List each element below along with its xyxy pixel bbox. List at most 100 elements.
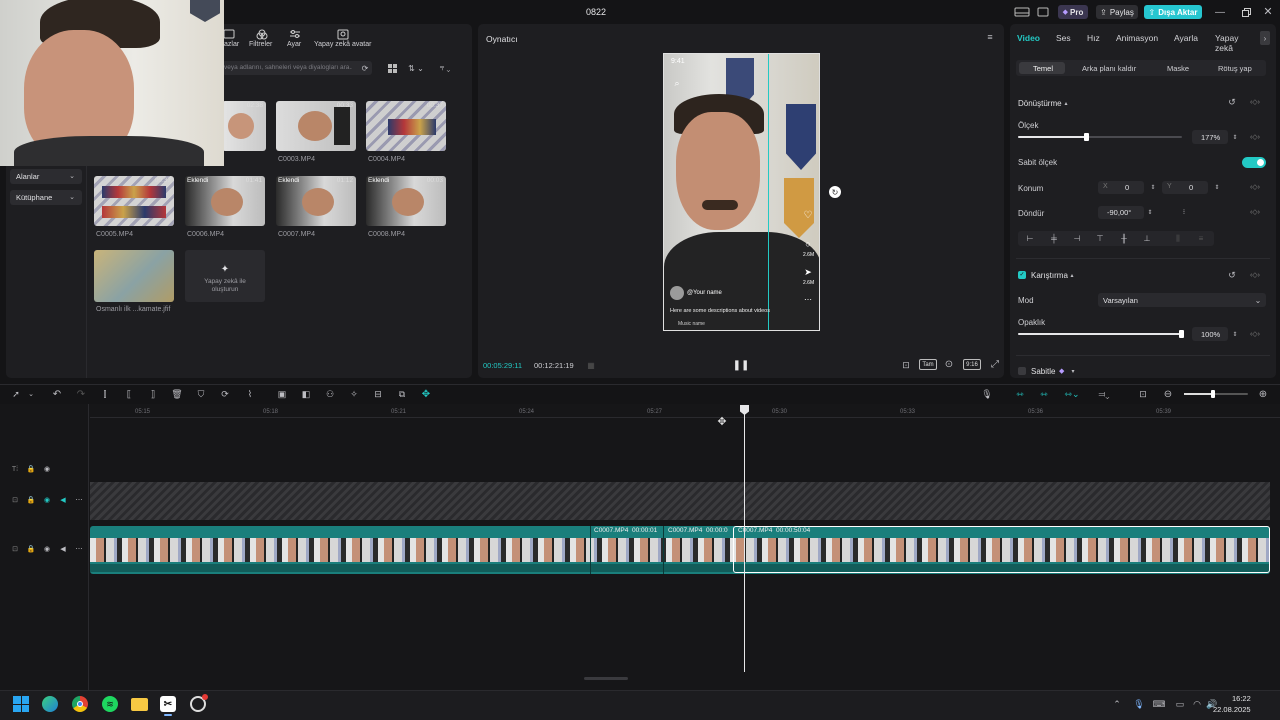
tab-animation[interactable]: Animasyon xyxy=(1116,33,1158,43)
toolbar-ai-avatar[interactable]: Yapay zekâ avatar xyxy=(314,41,371,48)
media-icon[interactable]: ▣ xyxy=(276,389,288,399)
adjust-icon[interactable] xyxy=(288,28,302,40)
link-main-icon[interactable]: ⇿ xyxy=(1012,389,1028,399)
restore-icon[interactable] xyxy=(1240,6,1252,18)
close-icon[interactable]: ✕ xyxy=(1262,5,1274,18)
wifi-icon[interactable]: ◠ xyxy=(1191,698,1203,710)
ratio-button[interactable]: 9:16 xyxy=(963,359,981,370)
split-left-icon[interactable]: ⟦ xyxy=(123,389,135,399)
media-item[interactable]: Eklendi 01:41 xyxy=(185,176,265,226)
lock-icon[interactable]: 🔒 xyxy=(27,545,36,553)
zoom-slider-thumb[interactable] xyxy=(1211,390,1215,398)
tray-chevron-up-icon[interactable]: ⌃ xyxy=(1112,698,1122,710)
shield-icon[interactable]: ⛉ xyxy=(195,389,207,399)
media-item[interactable]: 00:37 xyxy=(366,101,446,151)
selected-clip[interactable] xyxy=(733,526,1270,573)
speed-curve-icon[interactable]: ⌇ xyxy=(243,389,257,399)
more-icon[interactable]: ⋯ xyxy=(75,496,83,504)
tray-mic-icon[interactable]: 🎙 xyxy=(1133,698,1144,710)
stepper-icon[interactable]: ⇕ xyxy=(1231,328,1239,340)
caption-icon[interactable]: ⊟ xyxy=(372,389,384,399)
toolbar-adjust[interactable]: Ayar xyxy=(287,41,301,48)
subtab-retouch[interactable]: Rötuş yap xyxy=(1218,64,1252,73)
keyframe-icon[interactable]: ‹◇› xyxy=(1244,329,1266,339)
full-button[interactable]: Tam xyxy=(919,359,937,370)
keyframe-icon[interactable]: ‹◇› xyxy=(1244,270,1266,280)
media-item[interactable]: 00:37 xyxy=(94,176,174,226)
sort-icon[interactable]: ⇅ ⌄ xyxy=(405,62,427,74)
playhead[interactable] xyxy=(744,405,745,672)
select-tool-icon[interactable]: ➚ xyxy=(10,389,22,399)
clip-divider[interactable] xyxy=(590,526,591,574)
person-icon[interactable]: ⚇ xyxy=(324,389,336,399)
zoom-fit-icon[interactable]: ⊡ xyxy=(1136,389,1150,399)
mic-icon[interactable]: 🎙 xyxy=(981,389,993,399)
shortcut-icon[interactable] xyxy=(1036,6,1050,18)
layout-icon[interactable] xyxy=(1010,6,1034,18)
align-right-icon[interactable]: ⊣ xyxy=(1071,233,1083,244)
opacity-slider-thumb[interactable] xyxy=(1179,330,1184,338)
scale-slider-thumb[interactable] xyxy=(1083,133,1089,141)
delete-icon[interactable]: 🗑 xyxy=(171,389,183,399)
pro-badge[interactable]: ◆ Pro xyxy=(1058,5,1088,19)
tab-ai[interactable]: Yapay zekâ xyxy=(1215,33,1257,53)
zoom-in-icon[interactable]: ⊕ xyxy=(1257,389,1269,400)
scale-slider[interactable] xyxy=(1018,133,1182,141)
display-icon[interactable]: ▭ xyxy=(1173,698,1187,710)
split-right-icon[interactable]: ⟧ xyxy=(147,389,159,399)
keyframe-icon[interactable]: ‹◇› xyxy=(1244,182,1266,192)
keyframe-icon[interactable]: ‹◇› xyxy=(1244,132,1266,142)
ai-cut-icon[interactable]: ✥ xyxy=(420,389,432,400)
subtab-mask[interactable]: Maske xyxy=(1167,64,1189,73)
crop-icon[interactable]: ⊙ xyxy=(942,358,956,371)
align-bottom-icon[interactable]: ⊥ xyxy=(1141,233,1153,244)
media-item[interactable]: 02:38 xyxy=(222,101,266,151)
tab-speed[interactable]: Hız xyxy=(1087,33,1100,43)
refresh-icon[interactable]: ⟳ xyxy=(360,63,370,73)
media-item[interactable] xyxy=(94,250,174,302)
tab-audio[interactable]: Ses xyxy=(1056,33,1071,43)
uniform-scale-toggle[interactable] xyxy=(1242,157,1266,168)
filters-icon[interactable] xyxy=(255,28,269,40)
align-center-h-icon[interactable]: ╪ xyxy=(1048,233,1060,244)
file-explorer-icon[interactable] xyxy=(131,698,148,711)
reset-icon[interactable]: ↺ xyxy=(1227,97,1237,107)
zoom-out-icon[interactable]: ⊖ xyxy=(1162,389,1174,400)
grid-view-icon[interactable] xyxy=(386,62,398,74)
stepper-icon[interactable]: ⇕ xyxy=(1231,131,1239,143)
subtab-remove-bg[interactable]: Arka planı kaldır xyxy=(1082,64,1136,73)
filter-icon[interactable]: ⫧ ⌄ xyxy=(434,62,456,74)
audio-icon[interactable]: ◀ xyxy=(59,496,67,504)
media-item[interactable]: Eklendi 01:12 xyxy=(276,176,356,226)
link-track-icon[interactable]: ⇿ xyxy=(1036,389,1052,399)
mirror-icon[interactable]: ◧ xyxy=(300,389,312,399)
eye-icon[interactable]: ◉ xyxy=(43,545,51,553)
more-icon[interactable]: ⋯ xyxy=(75,545,83,553)
toolbar-filters[interactable]: Filtreler xyxy=(249,41,272,48)
stepper-icon[interactable]: ⇕ xyxy=(1149,182,1157,193)
tab-video[interactable]: Video xyxy=(1017,33,1040,43)
split-icon[interactable]: ⫿ xyxy=(99,389,111,399)
lock-icon[interactable]: 🔒 xyxy=(27,496,36,504)
timecode-grid-icon[interactable]: ▦ xyxy=(584,360,598,370)
chevron-right-icon[interactable]: › xyxy=(1260,31,1270,45)
undo-icon[interactable]: ↶ xyxy=(51,389,63,400)
tab-adjust[interactable]: Ayarla xyxy=(1174,33,1198,43)
lock-icon[interactable]: 🔒 xyxy=(27,465,36,473)
snap-icon[interactable]: ⇿⌄ xyxy=(1060,389,1084,399)
blend-checkbox[interactable]: ✓ xyxy=(1018,271,1026,279)
clock-date[interactable]: 22.08.2025 xyxy=(1213,705,1251,714)
keyframe-icon[interactable]: ‹◇› xyxy=(1244,97,1266,107)
capcut-icon[interactable]: ✂ xyxy=(160,696,176,712)
chevron-up-icon[interactable]: ▴ xyxy=(1062,99,1070,107)
spotify-icon[interactable]: ≋ xyxy=(102,696,118,712)
rotate-handle-icon[interactable]: ↻ xyxy=(829,186,841,198)
keyboard-icon[interactable]: ⌨ xyxy=(1152,698,1166,710)
avatar-icon[interactable] xyxy=(336,28,350,40)
timeline-scrollbar[interactable] xyxy=(584,677,628,680)
ai-create-card[interactable] xyxy=(185,250,265,302)
fullscreen-icon[interactable]: ⤢ xyxy=(988,358,1002,371)
eye-icon[interactable]: ◉ xyxy=(43,465,51,473)
edge-icon[interactable] xyxy=(42,696,58,712)
start-icon[interactable] xyxy=(13,696,29,712)
